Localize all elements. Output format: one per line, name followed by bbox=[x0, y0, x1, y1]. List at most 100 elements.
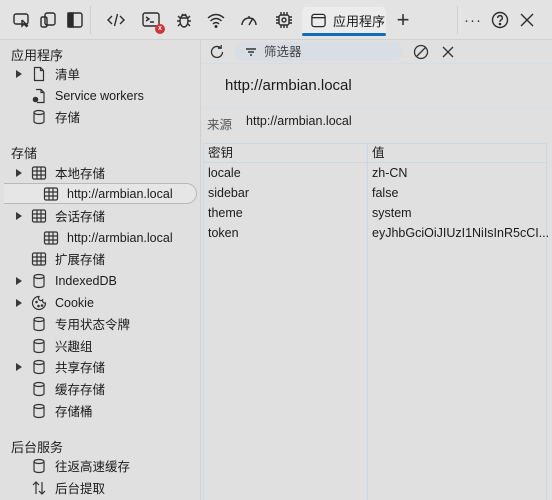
database-icon bbox=[30, 272, 48, 290]
more-options-icon[interactable]: ··· bbox=[462, 9, 484, 31]
sidebar-item-label: IndexedDB bbox=[55, 273, 117, 288]
sidebar-item-label: http://armbian.local bbox=[67, 186, 173, 201]
devtools-toolbar: x 应用程序 + ··· bbox=[0, 0, 552, 40]
sidebar-item-manifest[interactable]: 清单 bbox=[0, 63, 195, 84]
expand-arrow-icon[interactable] bbox=[16, 168, 22, 177]
column-header-value[interactable]: 值 bbox=[372, 143, 385, 163]
sidebar-item-extension-storage[interactable]: 扩展存储 bbox=[0, 248, 195, 269]
sidebar-item-label: 存储 bbox=[55, 111, 81, 125]
column-header-key[interactable]: 密钥 bbox=[208, 143, 233, 163]
section-title-application: 应用程序 bbox=[11, 48, 64, 63]
inspect-icon[interactable] bbox=[11, 9, 33, 31]
cell-key: token bbox=[208, 226, 239, 240]
table-row[interactable]: token eyJhbGciOiJIUzI1NiIsInR5cCI... bbox=[204, 223, 549, 243]
database-icon bbox=[30, 315, 48, 333]
filter-input-wrapper[interactable] bbox=[235, 42, 403, 61]
table-row[interactable]: sidebar false bbox=[204, 183, 546, 203]
sidebar-item-background-fetch[interactable]: 后台提取 bbox=[0, 477, 195, 498]
table-row[interactable]: theme system bbox=[204, 203, 546, 223]
table-icon bbox=[30, 164, 48, 182]
sidebar-item-cookie[interactable]: Cookie bbox=[0, 292, 195, 313]
tab-application[interactable]: 应用程序 bbox=[302, 7, 386, 36]
console-icon[interactable]: x bbox=[140, 9, 165, 34]
database-icon bbox=[30, 108, 48, 126]
sources-bug-icon[interactable] bbox=[173, 9, 195, 31]
performance-gauge-icon[interactable] bbox=[238, 9, 260, 31]
device-emulation-icon[interactable] bbox=[37, 9, 59, 31]
network-wifi-icon[interactable] bbox=[205, 9, 227, 31]
dock-sidebar-icon[interactable] bbox=[64, 9, 86, 31]
sidebar-item-label: 后台提取 bbox=[55, 482, 106, 496]
application-window-icon bbox=[311, 13, 326, 28]
origin-value: http://armbian.local bbox=[246, 114, 352, 128]
delete-selected-icon[interactable] bbox=[437, 41, 459, 63]
sidebar-item-label: 兴趣组 bbox=[55, 340, 93, 354]
toolbar-separator bbox=[90, 6, 91, 34]
cell-key: sidebar bbox=[208, 186, 249, 200]
local-storage-panel: http://armbian.local 来源 http://armbian.l… bbox=[201, 40, 552, 500]
sidebar-item-storage[interactable]: 存储 bbox=[0, 106, 195, 127]
sidebar-item-private-state-tokens[interactable]: 专用状态令牌 bbox=[0, 313, 195, 334]
service-worker-icon bbox=[30, 87, 48, 105]
expand-arrow-icon[interactable] bbox=[16, 211, 22, 220]
sidebar-item-cache-storage[interactable]: 缓存存储 bbox=[0, 378, 195, 399]
elements-icon[interactable] bbox=[105, 9, 127, 31]
origin-title: http://armbian.local bbox=[225, 77, 352, 94]
table-row[interactable]: locale zh-CN bbox=[204, 163, 546, 183]
sidebar-item-session-storage[interactable]: 会话存储 bbox=[0, 205, 195, 226]
clear-all-icon[interactable] bbox=[410, 41, 432, 63]
sidebar-item-service-workers[interactable]: Service workers bbox=[0, 85, 195, 106]
sidebar-item-label: 共享存储 bbox=[55, 361, 106, 375]
cell-key: theme bbox=[208, 206, 243, 220]
divider bbox=[201, 108, 552, 109]
expand-arrow-icon[interactable] bbox=[16, 276, 22, 285]
storage-filter-toolbar bbox=[201, 40, 552, 64]
expand-arrow-icon[interactable] bbox=[16, 298, 22, 307]
key-value-table: 密钥 值 locale zh-CN sidebar false theme sy… bbox=[203, 143, 549, 500]
sidebar-item-label: 专用状态令牌 bbox=[55, 318, 131, 332]
console-error-badge: x bbox=[155, 24, 165, 34]
cell-value: system bbox=[372, 206, 412, 220]
expand-arrow-icon[interactable] bbox=[16, 69, 22, 78]
toolbar-separator bbox=[457, 6, 458, 34]
sidebar-item-label: 存储桶 bbox=[55, 405, 93, 419]
cell-value: false bbox=[372, 186, 399, 200]
active-tab-indicator bbox=[302, 33, 386, 36]
help-icon[interactable] bbox=[489, 9, 511, 31]
table-icon bbox=[42, 185, 60, 203]
origin-info: 来源 http://armbian.local bbox=[207, 114, 352, 133]
database-icon bbox=[30, 358, 48, 376]
close-devtools-icon[interactable] bbox=[516, 9, 538, 31]
cell-key: locale bbox=[208, 166, 241, 180]
table-header: 密钥 值 bbox=[204, 143, 546, 163]
filter-input[interactable] bbox=[264, 44, 384, 59]
sidebar-item-local-storage[interactable]: 本地存储 bbox=[0, 162, 195, 183]
expand-arrow-icon[interactable] bbox=[16, 362, 22, 371]
sidebar-item-label: 会话存储 bbox=[55, 210, 106, 224]
up-down-arrows-icon bbox=[30, 479, 48, 497]
sidebar-item-label: 扩展存储 bbox=[55, 253, 106, 267]
filter-icon bbox=[246, 47, 256, 56]
add-tab-icon[interactable]: + bbox=[392, 7, 414, 32]
database-icon bbox=[30, 337, 48, 355]
database-icon bbox=[30, 457, 48, 475]
sidebar-item-label: 清单 bbox=[55, 68, 81, 82]
refresh-icon[interactable] bbox=[206, 41, 228, 63]
sidebar-item-shared-storage[interactable]: 共享存储 bbox=[0, 356, 195, 377]
section-title-background-services: 后台服务 bbox=[11, 440, 64, 455]
document-icon bbox=[30, 65, 48, 83]
sidebar-item-label: 本地存储 bbox=[55, 167, 106, 181]
sidebar-item-local-storage-origin[interactable]: http://armbian.local bbox=[4, 183, 197, 204]
sidebar-item-back-forward-cache[interactable]: 往返高速缓存 bbox=[0, 455, 195, 476]
memory-chip-icon[interactable] bbox=[273, 9, 295, 31]
table-icon bbox=[42, 229, 60, 247]
sidebar-item-label: 缓存存储 bbox=[55, 383, 106, 397]
table-icon bbox=[30, 250, 48, 268]
sidebar-item-interest-groups[interactable]: 兴趣组 bbox=[0, 335, 195, 356]
section-title-storage: 存储 bbox=[11, 146, 38, 161]
sidebar-item-storage-buckets[interactable]: 存储桶 bbox=[0, 400, 195, 421]
sidebar-item-indexeddb[interactable]: IndexedDB bbox=[0, 270, 195, 291]
sidebar-item-session-storage-origin[interactable]: http://armbian.local bbox=[0, 227, 195, 248]
cell-value: zh-CN bbox=[372, 166, 408, 180]
application-sidebar: 应用程序 清单 Service workers 存储 存储 本地存储 http:… bbox=[0, 40, 201, 500]
